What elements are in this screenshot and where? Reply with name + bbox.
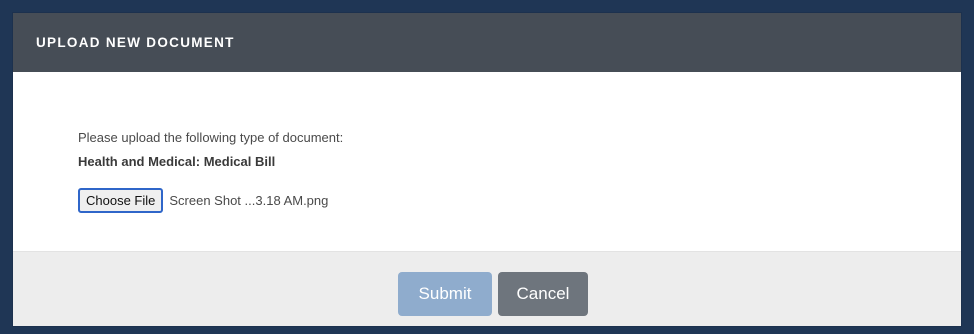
choose-file-button[interactable]: Choose File — [78, 188, 164, 213]
cancel-button[interactable]: Cancel — [498, 272, 588, 316]
file-input-row: Choose File Screen Shot ...3.18 AM.png — [78, 188, 961, 213]
modal-title: UPLOAD NEW DOCUMENT — [36, 35, 235, 50]
modal-footer: Submit Cancel — [13, 251, 961, 326]
document-type-label: Health and Medical: Medical Bill — [78, 154, 276, 169]
selected-file-name: Screen Shot ...3.18 AM.png — [169, 193, 329, 208]
submit-button[interactable]: Submit — [398, 272, 492, 316]
upload-document-modal: UPLOAD NEW DOCUMENT Please upload the fo… — [13, 13, 961, 326]
modal-header: UPLOAD NEW DOCUMENT — [13, 13, 961, 72]
upload-instruction: Please upload the following type of docu… — [78, 130, 344, 145]
modal-body: Please upload the following type of docu… — [13, 72, 961, 251]
